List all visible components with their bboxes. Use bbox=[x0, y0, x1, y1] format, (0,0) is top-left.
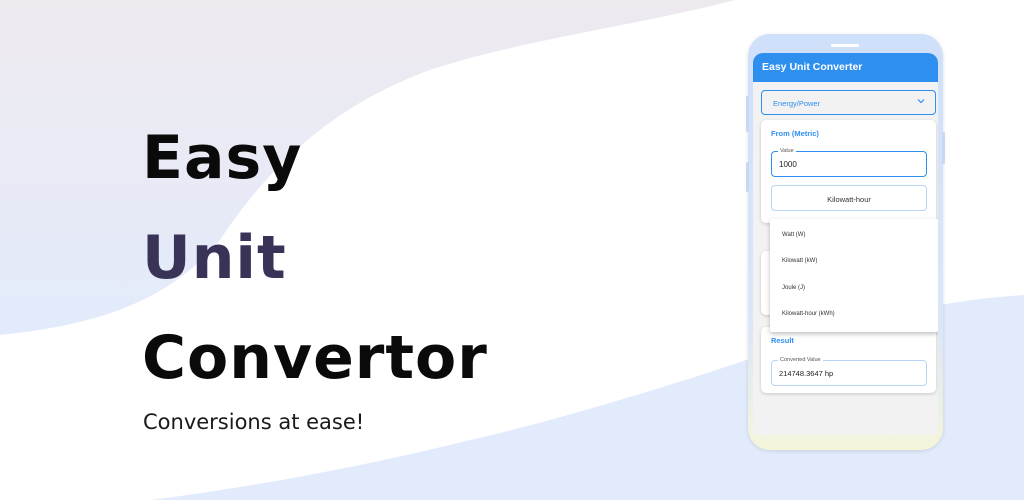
chevron-down-icon bbox=[917, 97, 925, 106]
result-card: Result Converted Value 214748.3647 hp bbox=[761, 327, 936, 393]
result-card-title: Result bbox=[771, 336, 794, 345]
category-select[interactable]: Energy/Power bbox=[761, 90, 936, 115]
phone-speaker bbox=[831, 44, 859, 47]
dropdown-option-joule[interactable]: Joule (J) bbox=[782, 285, 805, 291]
phone-mockup: Easy Unit Converter Energy/Power From (M… bbox=[746, 34, 945, 450]
hero-title-easy: Easy bbox=[142, 123, 303, 193]
unit-dropdown-menu: Watt (W) Kilowatt (kW) Joule (J) Kilowat… bbox=[770, 219, 938, 332]
converted-value-text: 214748.3647 hp bbox=[779, 369, 834, 378]
category-value: Energy/Power bbox=[773, 99, 821, 108]
hero-title-convertor: Convertor bbox=[142, 323, 488, 393]
hero-tagline: Conversions at ease! bbox=[143, 410, 365, 434]
phone-side-button bbox=[942, 132, 945, 164]
app-bar: Easy Unit Converter bbox=[753, 53, 938, 82]
converted-value-label: Converted Value bbox=[778, 357, 823, 363]
hero-title-unit: Unit bbox=[142, 223, 287, 293]
value-input[interactable]: Value 1000 bbox=[771, 148, 927, 177]
from-card: From (Metric) Value 1000 Kilowatt-hour bbox=[761, 120, 936, 223]
converted-value-field: Converted Value 214748.3647 hp bbox=[771, 357, 927, 386]
from-card-title: From (Metric) bbox=[771, 129, 819, 138]
dropdown-option-kilowatt-hour[interactable]: Kilowatt-hour (kWh) bbox=[782, 311, 835, 317]
from-unit-button[interactable]: Kilowatt-hour bbox=[771, 185, 927, 211]
app-screen: Easy Unit Converter Energy/Power From (M… bbox=[753, 53, 938, 435]
value-input-text: 1000 bbox=[779, 160, 797, 169]
dropdown-option-watt[interactable]: Watt (W) bbox=[782, 232, 805, 238]
dropdown-option-kilowatt[interactable]: Kilowatt (kW) bbox=[782, 258, 817, 264]
phone-side-button bbox=[746, 96, 749, 132]
value-input-label: Value bbox=[778, 148, 796, 154]
app-title: Easy Unit Converter bbox=[762, 61, 863, 73]
phone-side-button bbox=[746, 162, 749, 192]
